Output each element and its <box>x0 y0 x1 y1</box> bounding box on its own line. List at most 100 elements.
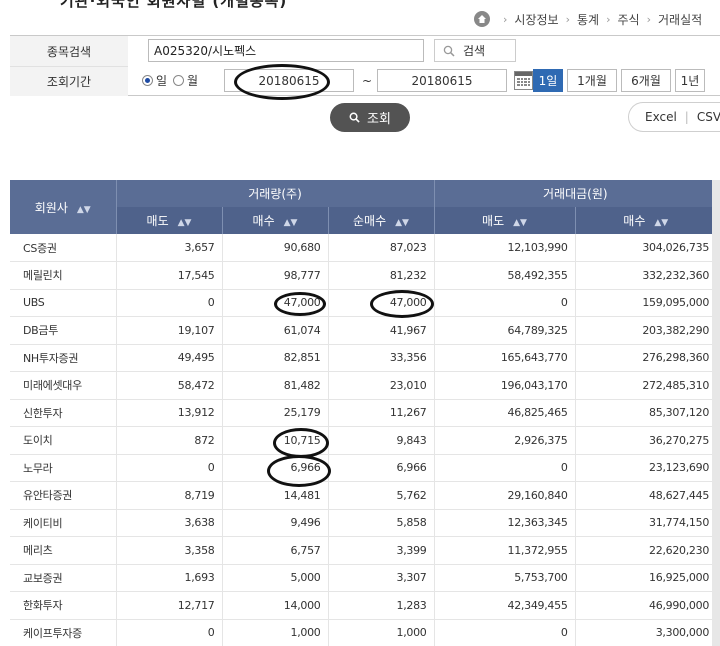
table-row: 유안타증권 8,719 14,481 5,762 29,160,840 48,627,44… <box>10 481 717 510</box>
sort-icon[interactable]: ▲▼ <box>513 218 527 228</box>
cell-volume-buy: 14,481 <box>221 481 328 510</box>
breadcrumb-item-stats[interactable]: 통계 <box>577 11 599 28</box>
table-row: 노무라 0 6,966 6,966 0 23,123,690 <box>10 454 717 482</box>
breadcrumb-item-stock[interactable]: 주식 <box>617 11 639 28</box>
table-body: CS증권 3,657 90,680 87,023 12,103,990 304,026,7… <box>10 234 717 646</box>
sort-icon[interactable]: ▲▼ <box>654 218 668 228</box>
col-member-header[interactable]: 회원사 ▲▼ <box>10 180 116 234</box>
cell-member: DB금투 <box>10 316 116 345</box>
col-volume-net-label: 순매수 <box>353 214 387 228</box>
csv-export-button[interactable]: CSV <box>697 110 720 124</box>
cell-volume-buy: 5,000 <box>221 564 328 592</box>
col-volume-sell[interactable]: 매도 ▲▼ <box>115 207 222 234</box>
cell-member: 케이프투자증 <box>10 619 116 646</box>
search-button[interactable]: 검색 <box>434 39 516 62</box>
chevron-right-icon: › <box>503 12 508 26</box>
col-volume-buy-label: 매수 <box>252 214 275 228</box>
cell-member: 노무라 <box>10 454 116 482</box>
stock-search-input[interactable]: A025320/시노펙스 <box>148 39 424 62</box>
cell-amount-buy: 276,298,360 <box>574 344 717 372</box>
chevron-right-icon: › <box>565 12 570 26</box>
period-6month-button[interactable]: 6개월 <box>621 69 671 92</box>
table-row: UBS 0 47,000 47,000 0 159,095,000 <box>10 289 717 317</box>
col-member-label: 회원사 <box>34 200 68 215</box>
end-date-input[interactable]: 20180615 <box>377 69 507 92</box>
query-button[interactable]: 조회 <box>330 103 410 132</box>
cell-amount-buy: 3,300,000 <box>574 619 717 646</box>
annotation-circle <box>234 64 330 100</box>
cell-volume-net: 3,307 <box>327 564 435 592</box>
table-row: 케이프투자증 0 1,000 1,000 0 3,300,000 <box>10 619 717 646</box>
period-1day-button[interactable]: 1일 <box>533 69 563 92</box>
col-amount-buy[interactable]: 매수 ▲▼ <box>574 207 717 234</box>
sort-icon[interactable]: ▲▼ <box>395 218 409 228</box>
cell-amount-buy: 31,774,150 <box>574 509 717 537</box>
cell-amount-sell: 58,492,355 <box>433 261 576 290</box>
cell-volume-sell: 872 <box>115 426 222 455</box>
cell-amount-sell: 12,103,990 <box>433 234 576 262</box>
sort-icon[interactable]: ▲▼ <box>284 218 298 228</box>
export-group: Excel | CSV <box>628 102 720 132</box>
cell-volume-net: 1,000 <box>327 619 435 646</box>
cell-volume-buy: 25,179 <box>221 399 328 427</box>
cell-amount-buy: 23,123,690 <box>574 454 717 482</box>
cell-volume-net: 11,267 <box>327 399 435 427</box>
table-row: 신한투자 13,912 25,179 11,267 46,825,465 85,307,1… <box>10 399 717 427</box>
cell-amount-buy: 48,627,445 <box>574 481 717 510</box>
cell-volume-sell: 3,358 <box>115 536 222 565</box>
cell-volume-sell: 1,693 <box>115 564 222 592</box>
group-amount-header: 거래대금(원) <box>433 180 717 207</box>
member-trading-table: 회원사 ▲▼ 거래량(주) 거래대금(원) 매도 ▲▼ 매수 ▲▼ 순매수 ▲▼ 매도 ▲… <box>10 180 720 646</box>
stock-search-label: 종목검색 <box>10 36 128 66</box>
page-title: 기관·외국인 회원사별 (개별종목) <box>60 0 288 10</box>
cell-volume-net: 3,399 <box>327 536 435 565</box>
cell-volume-net: 1,283 <box>327 591 435 620</box>
cell-member: 케이티비 <box>10 509 116 537</box>
radio-month[interactable] <box>173 75 185 86</box>
cell-amount-sell: 46,825,465 <box>433 399 576 427</box>
cell-amount-sell: 12,363,345 <box>433 509 576 537</box>
col-volume-buy[interactable]: 매수 ▲▼ <box>221 207 328 234</box>
cell-volume-net: 5,858 <box>327 509 435 537</box>
breadcrumb-item-market[interactable]: 시장정보 <box>514 11 558 28</box>
radio-day[interactable] <box>142 75 153 86</box>
cell-volume-sell: 0 <box>115 454 222 482</box>
cell-volume-sell: 12,717 <box>115 591 222 620</box>
table-row: 도이치 872 10,715 9,843 2,926,375 36,270,275 <box>10 426 717 455</box>
cell-amount-sell: 5,753,700 <box>433 564 576 592</box>
cell-member: 도이치 <box>10 426 116 455</box>
cell-member: 한화투자 <box>10 591 116 620</box>
breadcrumb-item-trading[interactable]: 거래실적 <box>658 11 702 28</box>
col-amount-sell-label: 매도 <box>482 214 505 228</box>
table-row: 한화투자 12,717 14,000 1,283 42,349,455 46,990,00… <box>10 591 717 620</box>
cell-volume-buy: 90,680 <box>221 234 328 262</box>
query-button-label: 조회 <box>367 112 391 127</box>
cell-volume-sell: 0 <box>115 619 222 646</box>
period-1month-button[interactable]: 1개월 <box>567 69 617 92</box>
period-type-radio: 일 월 <box>142 72 204 89</box>
period-label: 조회기간 <box>10 66 128 96</box>
scrollbar[interactable] <box>712 180 720 646</box>
chevron-right-icon: › <box>606 12 611 26</box>
period-1year-button[interactable]: 1년 <box>675 69 705 92</box>
cell-volume-buy: 81,482 <box>221 371 328 400</box>
cell-volume-sell: 0 <box>115 289 222 317</box>
cell-volume-net: 41,967 <box>327 316 435 345</box>
col-amount-sell[interactable]: 매도 ▲▼ <box>433 207 576 234</box>
home-icon[interactable] <box>474 11 490 27</box>
sort-icon[interactable]: ▲▼ <box>77 205 91 215</box>
cell-amount-buy: 16,925,000 <box>574 564 717 592</box>
cell-amount-sell: 42,349,455 <box>433 591 576 620</box>
annotation-circle <box>274 292 326 316</box>
cell-volume-buy: 98,777 <box>221 261 328 290</box>
export-divider: | <box>684 110 689 124</box>
cell-amount-sell: 11,372,955 <box>433 536 576 565</box>
excel-export-button[interactable]: Excel <box>645 110 677 124</box>
calendar-icon[interactable] <box>514 71 533 90</box>
sort-icon[interactable]: ▲▼ <box>178 218 192 228</box>
table-row: 메리츠 3,358 6,757 3,399 11,372,955 22,620,230 <box>10 536 717 565</box>
col-volume-net[interactable]: 순매수 ▲▼ <box>327 207 435 234</box>
cell-amount-buy: 46,990,000 <box>574 591 717 620</box>
radio-day-label: 일 <box>156 74 168 88</box>
cell-volume-sell: 8,719 <box>115 481 222 510</box>
